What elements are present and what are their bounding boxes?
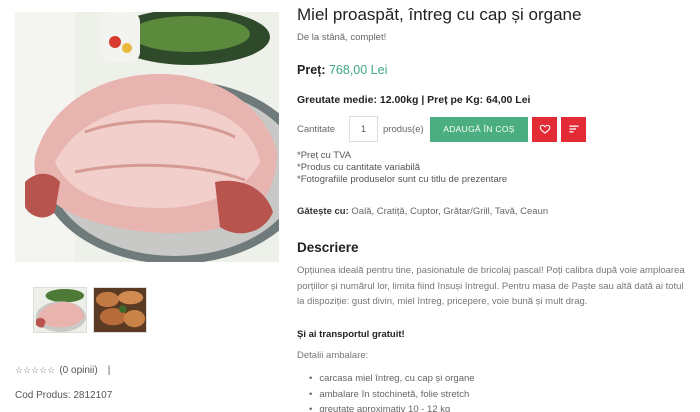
wishlist-button[interactable]	[532, 116, 557, 142]
thumbnail-strip	[33, 287, 147, 333]
rating-row: ☆☆☆☆☆ (0 opinii) |	[15, 365, 110, 376]
product-code: Cod Produs: 2812107	[15, 390, 113, 401]
free-shipping-note: Și ai transportul gratuit!	[297, 329, 405, 340]
thumbnail-1[interactable]	[33, 287, 87, 333]
cooking-methods-label: Gătește cu:	[297, 206, 349, 217]
cooking-methods-value: Oală, Cratiță, Cuptor, Grătar/Grill, Tav…	[351, 206, 549, 217]
product-main-image[interactable]	[15, 12, 279, 262]
heart-icon	[539, 124, 550, 134]
price-value: 768,00 Lei	[328, 63, 388, 77]
price-row: Preț: 768,00 Lei	[297, 63, 387, 77]
add-to-cart-button[interactable]: ADAUGĂ ÎN COȘ	[430, 116, 528, 142]
star-rating-icon[interactable]: ☆☆☆☆☆	[15, 365, 55, 376]
price-label: Preț:	[297, 63, 326, 77]
rating-separator: |	[107, 365, 111, 376]
add-to-cart-row: Cantitate produs(e) ADAUGĂ ÎN COȘ	[297, 116, 586, 142]
description-title: Descriere	[297, 240, 359, 255]
list-item: carcasa miel întreg, cu cap și organe	[309, 371, 474, 387]
compare-button[interactable]	[561, 116, 586, 142]
weight-value: 12.00kg | Preț pe Kg: 64,00 Lei	[379, 94, 531, 106]
product-subtitle: De la stână, complet!	[297, 32, 387, 43]
product-title: Miel proaspăt, întreg cu cap și organe	[297, 5, 582, 24]
list-item: ambalare în stochinetă, folie stretch	[309, 387, 475, 403]
description-text: Opțiunea ideală pentru tine, pasionatule…	[297, 265, 685, 307]
note-line: *Produs cu cantitate variabilă	[297, 162, 421, 173]
reviews-count-link[interactable]: (0 opinii)	[59, 365, 97, 376]
price-notes: *Preț cu TVA *Produs cu cantitate variab…	[297, 150, 507, 186]
weight-row: Greutate medie: 12.00kg | Preț pe Kg: 64…	[297, 94, 530, 106]
note-line: *Preț cu TVA	[297, 150, 352, 161]
thumbnail-2[interactable]	[93, 287, 147, 333]
packaging-details-list: carcasa miel întreg, cu cap și organe am…	[309, 371, 475, 412]
weight-label: Greutate medie:	[297, 94, 377, 106]
list-item: greutate aproximativ 10 - 12 kg	[309, 402, 475, 412]
list-icon	[569, 125, 578, 133]
quantity-unit: produs(e)	[383, 123, 424, 135]
note-line: *Fotografiile produselor sunt cu titlu d…	[297, 174, 508, 185]
quantity-label: Cantitate	[297, 123, 336, 135]
packaging-details-title: Detalii ambalare:	[297, 350, 369, 361]
cooking-methods: Gătește cu: Oală, Cratiță, Cuptor, Grăta…	[297, 206, 548, 217]
quantity-input[interactable]	[349, 116, 378, 142]
